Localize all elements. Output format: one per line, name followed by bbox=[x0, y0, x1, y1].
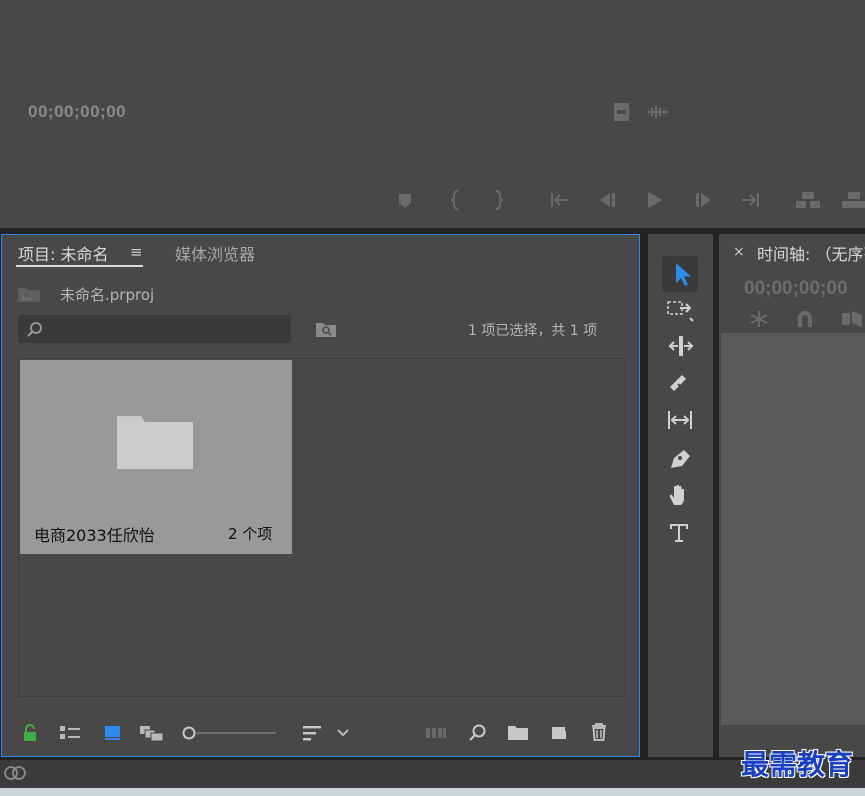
automate-to-sequence-icon[interactable] bbox=[425, 726, 447, 740]
go-to-in-icon[interactable] bbox=[548, 190, 572, 210]
step-forward-icon[interactable] bbox=[693, 191, 715, 209]
status-bar bbox=[0, 760, 865, 788]
lock-icon[interactable] bbox=[22, 724, 38, 742]
step-back-icon[interactable] bbox=[596, 191, 618, 209]
play-icon[interactable] bbox=[645, 190, 665, 210]
project-file-icon bbox=[18, 288, 40, 302]
mark-in-icon[interactable] bbox=[448, 189, 462, 211]
project-file-name: 未命名.prproj bbox=[60, 286, 155, 304]
find-icon[interactable] bbox=[468, 723, 488, 743]
ripple-edit-tool-icon[interactable] bbox=[666, 334, 696, 360]
type-tool-icon[interactable] bbox=[666, 520, 696, 546]
bin-item-count: 2 个项 bbox=[228, 525, 273, 543]
sort-icon[interactable] bbox=[302, 724, 324, 742]
timeline-title[interactable]: 时间轴: （无序列） bbox=[757, 241, 865, 265]
insert-icon[interactable] bbox=[794, 190, 822, 210]
add-marker-icon[interactable] bbox=[396, 192, 414, 210]
taskbar-strip bbox=[0, 788, 865, 796]
mark-out-icon[interactable] bbox=[492, 189, 506, 211]
pen-tool-icon[interactable] bbox=[666, 446, 696, 472]
creative-cloud-icon[interactable] bbox=[3, 764, 27, 782]
zoom-slider[interactable] bbox=[180, 724, 278, 742]
folder-icon bbox=[117, 416, 193, 469]
watermark: 最需教育 bbox=[741, 748, 854, 781]
timeline-timecode[interactable]: 00;00;00;00 bbox=[744, 278, 848, 300]
monitor-timecode[interactable]: 00;00;00;00 bbox=[28, 102, 126, 122]
new-item-icon[interactable] bbox=[550, 723, 568, 741]
selection-tool-icon[interactable] bbox=[666, 261, 696, 287]
chevron-down-icon[interactable] bbox=[336, 727, 350, 739]
slip-tool-icon[interactable] bbox=[666, 408, 696, 434]
selection-status: 1 项已选择，共 1 项 bbox=[468, 323, 598, 339]
freeform-view-icon[interactable] bbox=[138, 724, 166, 742]
nest-sequence-icon[interactable] bbox=[748, 309, 770, 329]
tab-media-browser[interactable]: 媒体浏览器 bbox=[175, 241, 255, 265]
search-icon bbox=[27, 322, 42, 337]
close-timeline-icon[interactable]: × bbox=[733, 244, 745, 260]
active-tab-indicator bbox=[16, 265, 143, 267]
icon-view-icon[interactable] bbox=[103, 724, 123, 742]
bin-name: 电商2033任欣怡 bbox=[34, 526, 155, 545]
overwrite-icon[interactable] bbox=[840, 190, 865, 210]
list-view-icon[interactable] bbox=[58, 724, 82, 742]
trash-icon[interactable] bbox=[590, 722, 608, 742]
go-to-out-icon[interactable] bbox=[738, 190, 762, 210]
linked-selection-icon[interactable] bbox=[840, 309, 865, 329]
hand-tool-icon[interactable] bbox=[666, 483, 696, 509]
drag-video-icon[interactable] bbox=[612, 102, 632, 122]
source-monitor bbox=[0, 0, 865, 228]
tab-project[interactable]: 项目: 未命名 bbox=[18, 241, 108, 265]
snap-icon[interactable] bbox=[794, 309, 816, 329]
new-search-bin-icon[interactable] bbox=[315, 320, 337, 338]
new-bin-icon[interactable] bbox=[507, 724, 529, 742]
timeline-track-area[interactable] bbox=[721, 333, 865, 725]
razor-tool-icon[interactable] bbox=[666, 371, 696, 397]
drag-audio-icon[interactable] bbox=[646, 104, 670, 120]
panel-menu-icon[interactable]: ≡ bbox=[130, 243, 143, 261]
track-select-tool-icon[interactable] bbox=[666, 298, 696, 324]
search-input[interactable] bbox=[18, 315, 291, 343]
